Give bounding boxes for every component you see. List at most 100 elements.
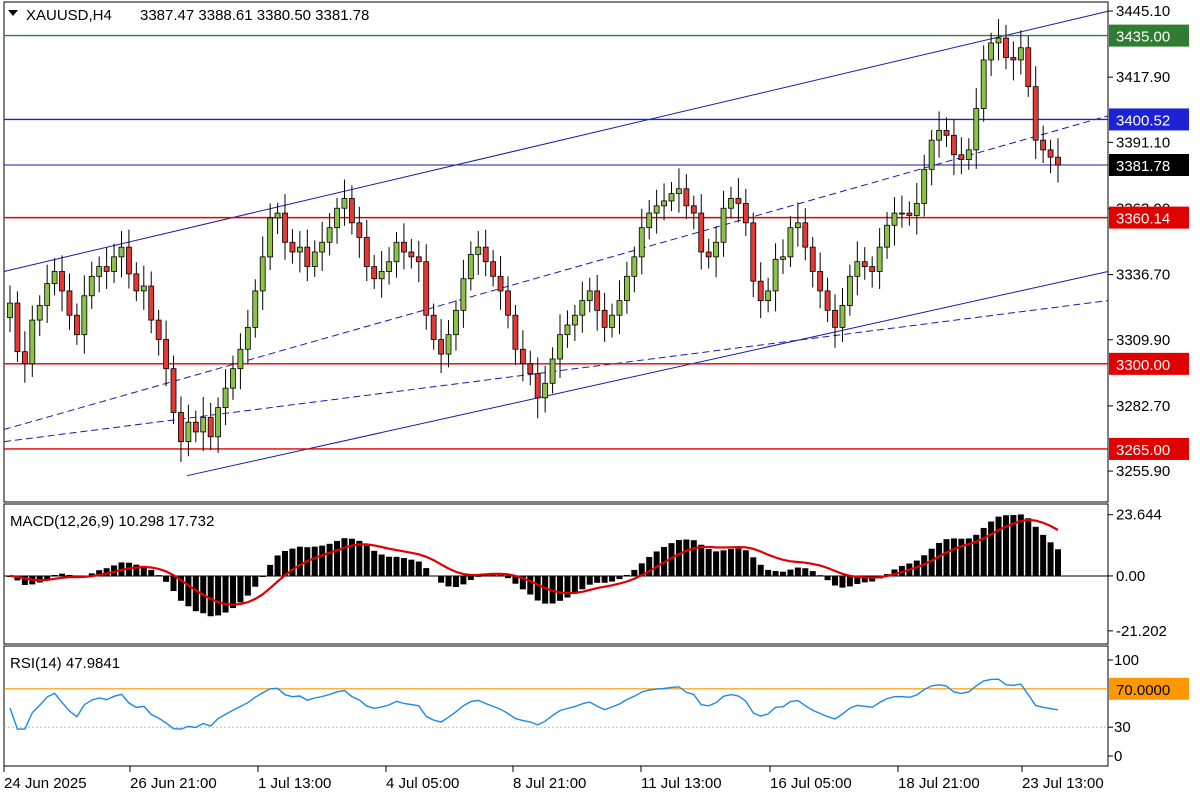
candle-bear: [155, 319, 162, 340]
macd-histogram-bar: [408, 559, 415, 576]
time-tick-label: 1 Jul 13:00: [258, 775, 331, 792]
candle-bull: [96, 266, 103, 277]
candle-bull: [252, 290, 259, 328]
candle-bull: [854, 261, 861, 277]
candle-bull: [676, 188, 682, 195]
macd-histogram-bar: [616, 575, 623, 580]
candle-bear: [59, 271, 65, 292]
macd-histogram-bar: [296, 546, 303, 576]
candle-bear: [735, 198, 742, 204]
candle-bull: [215, 407, 222, 438]
macd-histogram-bar: [586, 575, 593, 585]
candle-bull: [140, 285, 147, 292]
macd-histogram-bar: [155, 575, 162, 577]
candle-bear: [527, 363, 534, 374]
price-tick-label: 3255.90: [1116, 463, 1170, 480]
macd-histogram-bar: [936, 542, 943, 576]
candle-bull: [542, 382, 549, 399]
candle-bull: [378, 271, 385, 280]
candle-bear: [809, 246, 816, 272]
candle-bull: [81, 295, 88, 336]
candle-bear: [519, 348, 526, 365]
macd-histogram-bar: [341, 538, 348, 576]
candle-bull: [765, 290, 772, 302]
macd-histogram-bar: [252, 575, 259, 587]
macd-histogram-bar: [229, 575, 236, 609]
candle-bear: [690, 205, 697, 214]
macd-histogram-bar: [400, 558, 407, 576]
candle-bull: [980, 59, 987, 109]
candle-bull: [296, 246, 303, 253]
macd-histogram-bar: [943, 539, 950, 576]
candle-bear: [66, 290, 73, 316]
macd-histogram-bar: [274, 555, 281, 576]
candle-bear: [1003, 37, 1009, 58]
candle-bear: [423, 261, 430, 316]
candle-bear: [951, 134, 957, 156]
rsi-tick-label: 100: [1114, 652, 1139, 669]
candle-bear: [861, 261, 868, 267]
macd-histogram-bar: [832, 575, 839, 586]
macd-histogram-bar: [378, 554, 385, 576]
candle-bull: [728, 198, 734, 209]
macd-histogram-bar: [438, 575, 445, 583]
macd-histogram-bar: [765, 569, 772, 576]
candle-bull: [876, 246, 883, 272]
candle-bull: [668, 193, 675, 202]
rsi-tick-label: 0: [1114, 748, 1122, 765]
macd-histogram-bar: [244, 575, 251, 596]
candle-bear: [356, 222, 363, 238]
candle-bear: [750, 222, 757, 282]
macd-histogram-bar: [148, 570, 155, 576]
candle-bear: [438, 339, 444, 355]
macd-histogram-bar: [571, 575, 578, 594]
candle-bull: [111, 256, 117, 272]
macd-histogram-bar: [958, 538, 965, 576]
candle-bull: [624, 275, 630, 302]
candle-bear: [148, 285, 155, 321]
time-tick-label: 16 Jul 05:00: [770, 775, 852, 792]
candle-bull: [995, 37, 1002, 44]
candle-bull: [88, 275, 95, 297]
candle-bull: [185, 421, 192, 443]
level-badge-label-3: 3300.00: [1116, 357, 1170, 374]
candle-bear: [490, 261, 497, 277]
macd-histogram-bar: [452, 575, 459, 587]
macd-histogram-bar: [185, 575, 192, 607]
candle-bear: [512, 314, 519, 350]
macd-histogram-bar: [824, 575, 831, 581]
candle-bear: [497, 275, 504, 292]
macd-histogram-bar: [1017, 514, 1024, 576]
macd-histogram-bar: [1040, 534, 1047, 576]
macd-histogram-bar: [59, 573, 66, 576]
chart-window: 3445.103417.903391.103363.903336.703309.…: [0, 0, 1200, 800]
macd-histogram-bar: [215, 575, 222, 616]
symbol-label: XAUUSD,H4: [26, 7, 112, 24]
macd-histogram-bar: [527, 575, 534, 595]
candle-bear: [1010, 57, 1017, 61]
macd-histogram-bar: [534, 575, 541, 601]
macd-histogram-bar: [222, 575, 229, 613]
macd-tick-label: 0.00: [1116, 568, 1145, 585]
macd-histogram-bar: [794, 567, 801, 576]
candle-bull: [891, 212, 898, 226]
macd-histogram-bar: [170, 575, 177, 592]
macd-histogram-bar: [415, 561, 422, 576]
candle-bull: [475, 246, 482, 255]
candle-bear: [505, 290, 511, 316]
macd-histogram-bar: [557, 575, 564, 601]
price-tick-label: 3309.90: [1116, 332, 1170, 349]
candle-bull: [326, 227, 333, 243]
candle-bull: [988, 42, 995, 61]
candle-bear: [906, 212, 913, 216]
candle-bull: [713, 241, 719, 258]
candle-bear: [869, 266, 876, 272]
candle-bull: [222, 387, 229, 409]
macd-histogram-bar: [504, 575, 511, 579]
candle-bull: [794, 222, 801, 229]
macd-histogram-bar: [1047, 542, 1054, 576]
level-badge-label-1: 3400.52: [1116, 112, 1170, 129]
time-tick-label: 4 Jul 05:00: [386, 775, 459, 792]
candle-bear: [601, 309, 608, 328]
candle-bear: [192, 421, 199, 433]
